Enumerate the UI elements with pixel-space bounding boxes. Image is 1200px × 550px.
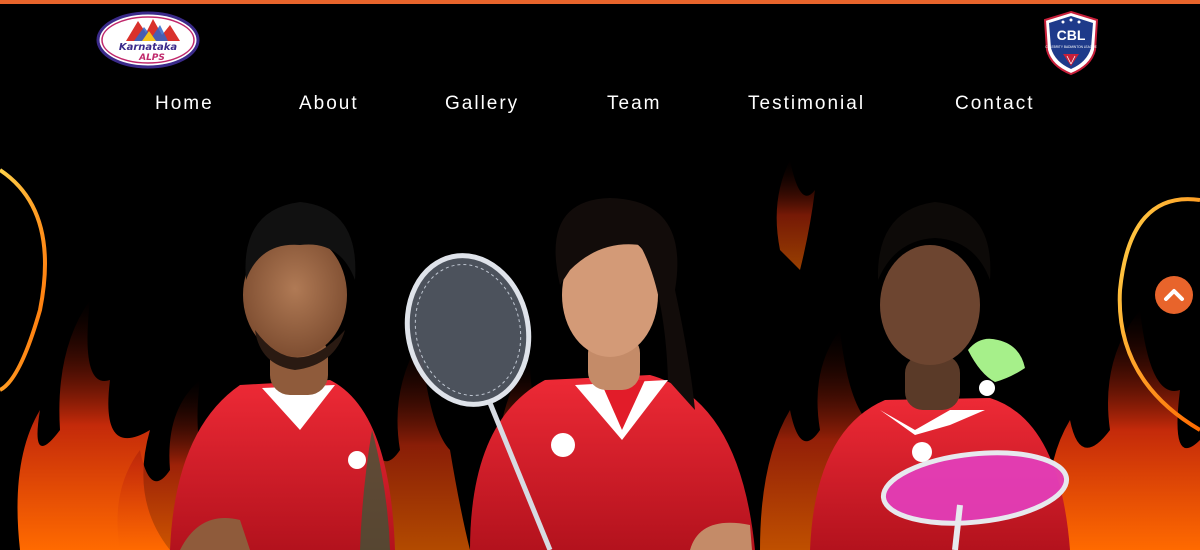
chevron-up-icon [1164, 289, 1184, 301]
nav-contact[interactable]: Contact [955, 93, 1034, 115]
top-accent-bar [0, 0, 1200, 4]
player-left [170, 202, 395, 550]
cbl-subtitle: CELEBRITY BADMINTON LEAGUE [1045, 45, 1096, 49]
scroll-top-button[interactable] [1155, 276, 1193, 314]
cbl-logo[interactable]: CBL CELEBRITY BADMINTON LEAGUE [1041, 10, 1101, 76]
shuttlecock [968, 338, 1025, 396]
nav-gallery[interactable]: Gallery [445, 93, 519, 115]
page: Karnataka ALPS CBL CELEBRITY BADMINTON L… [0, 0, 1200, 550]
fire-ring-left [0, 168, 47, 392]
logo-text-line1: Karnataka [119, 42, 177, 53]
nav-about[interactable]: About [299, 93, 359, 115]
karnataka-alps-logo[interactable]: Karnataka ALPS [96, 11, 200, 69]
hero-banner [0, 160, 1200, 550]
nav-team[interactable]: Team [607, 93, 661, 115]
nav-home[interactable]: Home [155, 93, 214, 115]
nav-testimonial[interactable]: Testimonial [748, 93, 865, 115]
logo-text-line2: ALPS [138, 53, 165, 63]
cbl-title: CBL [1057, 27, 1086, 43]
main-nav: Home About Gallery Team Testimonial Cont… [0, 93, 1200, 119]
